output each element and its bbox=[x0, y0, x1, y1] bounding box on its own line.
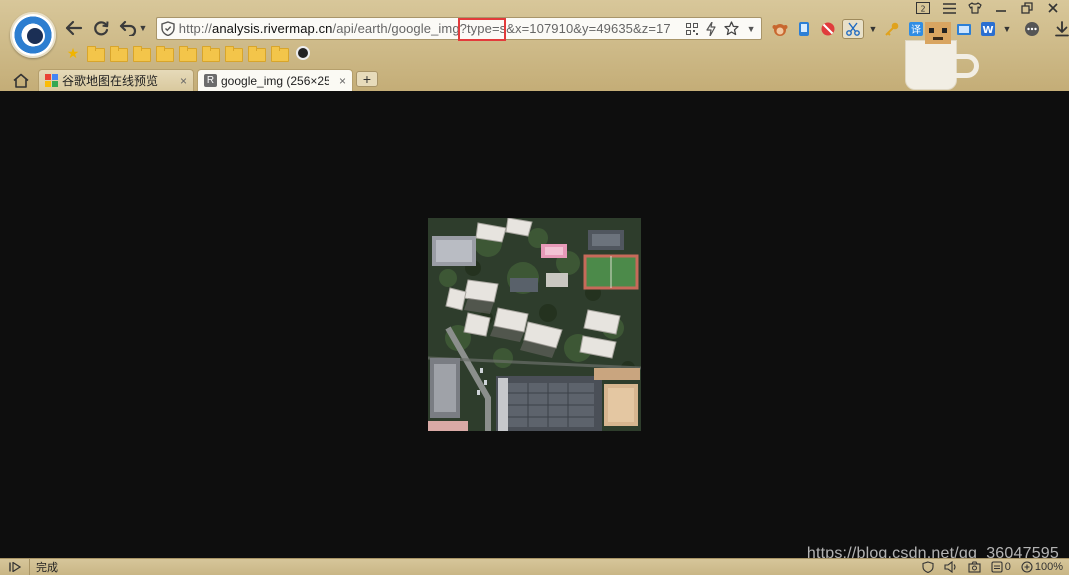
page-viewport bbox=[0, 91, 1069, 558]
download-icon[interactable] bbox=[1052, 19, 1069, 39]
arrow-left-icon bbox=[65, 20, 83, 36]
tab-title: 谷歌地图在线预览 bbox=[62, 74, 159, 88]
block-extension-icon[interactable] bbox=[818, 19, 838, 39]
url-prefix: http:// bbox=[178, 21, 213, 36]
bookmark-folder-icon[interactable] bbox=[133, 46, 151, 62]
skin-shirt-icon[interactable] bbox=[965, 0, 985, 16]
bookmarks-bar: ★ bbox=[64, 46, 310, 62]
zoom-icon bbox=[1021, 561, 1033, 573]
browser-chrome: ▼ http://analysis.rivermap.cn/api/earth/… bbox=[0, 0, 1069, 91]
bookmark-folder-icon[interactable] bbox=[110, 46, 128, 62]
url-text[interactable]: http://analysis.rivermap.cn/api/earth/go… bbox=[179, 21, 682, 36]
bookmark-folder-icon[interactable] bbox=[156, 46, 174, 62]
bookmark-folder-icon[interactable] bbox=[271, 46, 289, 62]
star-icon[interactable] bbox=[721, 18, 741, 39]
refresh-button[interactable] bbox=[90, 17, 112, 39]
status-bar-tools: 0 100% bbox=[922, 559, 1063, 575]
google-favicon-icon bbox=[45, 74, 58, 87]
satellite-tile-image[interactable] bbox=[428, 218, 641, 431]
tab-close-icon[interactable]: × bbox=[333, 74, 346, 88]
volume-icon[interactable] bbox=[944, 561, 958, 573]
capture-icon[interactable] bbox=[968, 561, 981, 573]
tab-title: google_img (256×256) bbox=[221, 73, 329, 88]
close-window-icon[interactable] bbox=[1043, 0, 1063, 16]
tab-close-icon[interactable]: × bbox=[174, 74, 187, 88]
home-icon[interactable] bbox=[12, 71, 30, 89]
monkey-extension-icon[interactable] bbox=[770, 19, 790, 39]
scissors-dropdown-icon[interactable]: ▼ bbox=[868, 19, 878, 39]
zoom-level: 100% bbox=[1034, 561, 1063, 573]
lightning-icon[interactable] bbox=[702, 18, 722, 39]
tab-strip: 谷歌地图在线预览 × R google_img (256×256) × + bbox=[0, 68, 1069, 91]
bookmark-folder-icon[interactable] bbox=[202, 46, 220, 62]
tab-map-preview[interactable]: 谷歌地图在线预览 × bbox=[38, 69, 194, 91]
play-icon[interactable] bbox=[0, 559, 30, 575]
favorites-star-icon[interactable]: ★ bbox=[64, 46, 82, 60]
download-count: 0 bbox=[1004, 561, 1011, 573]
refresh-icon bbox=[94, 21, 109, 36]
r-favicon-icon: R bbox=[204, 74, 217, 87]
new-tab-button[interactable]: + bbox=[356, 71, 378, 87]
satellite-tile-svg bbox=[428, 218, 641, 431]
menu-icon[interactable] bbox=[939, 0, 959, 16]
shield-icon bbox=[157, 18, 179, 39]
svg-text:2: 2 bbox=[920, 5, 925, 14]
browser-logo-icon[interactable] bbox=[10, 12, 56, 58]
restore-icon[interactable] bbox=[1017, 0, 1037, 16]
url-path: /api/earth/google_img?type=s&x=107910&y=… bbox=[332, 21, 671, 36]
bookmark-folder-icon[interactable] bbox=[248, 46, 266, 62]
window-switch-icon[interactable]: 2 bbox=[913, 0, 933, 16]
qr-code-icon[interactable] bbox=[682, 18, 702, 39]
back-button[interactable] bbox=[63, 17, 85, 39]
undo-button[interactable] bbox=[117, 17, 139, 39]
downloads-status[interactable]: 0 bbox=[991, 561, 1011, 573]
bookmark-folder-icon[interactable] bbox=[87, 46, 105, 62]
key-icon[interactable] bbox=[882, 19, 902, 39]
undo-dropdown-icon[interactable]: ▼ bbox=[137, 17, 149, 39]
bookmark-folder-icon[interactable] bbox=[179, 46, 197, 62]
address-dropdown-icon[interactable]: ▼ bbox=[741, 18, 761, 39]
minimize-icon[interactable] bbox=[991, 0, 1011, 16]
status-text: 完成 bbox=[36, 562, 58, 574]
url-host: analysis.rivermap.cn bbox=[212, 21, 333, 36]
address-bar[interactable]: http://analysis.rivermap.cn/api/earth/go… bbox=[156, 17, 762, 41]
status-bar: 完成 0 100% bbox=[0, 558, 1069, 575]
more-options-icon[interactable] bbox=[1022, 19, 1042, 39]
tab-google-img[interactable]: R google_img (256×256) × bbox=[197, 69, 353, 91]
zoom-status[interactable]: 100% bbox=[1021, 561, 1063, 573]
bookmark-folder-icon[interactable] bbox=[225, 46, 243, 62]
window-controls: 2 bbox=[913, 0, 1063, 16]
download-box-icon bbox=[991, 561, 1003, 573]
undo-icon bbox=[119, 20, 137, 36]
scissors-icon[interactable] bbox=[842, 19, 864, 39]
word-dropdown-icon[interactable]: ▼ bbox=[1002, 19, 1012, 39]
phone-extension-icon[interactable] bbox=[794, 19, 814, 39]
security-shield-icon[interactable] bbox=[922, 561, 934, 573]
webcam-bookmark-icon[interactable] bbox=[296, 46, 310, 60]
